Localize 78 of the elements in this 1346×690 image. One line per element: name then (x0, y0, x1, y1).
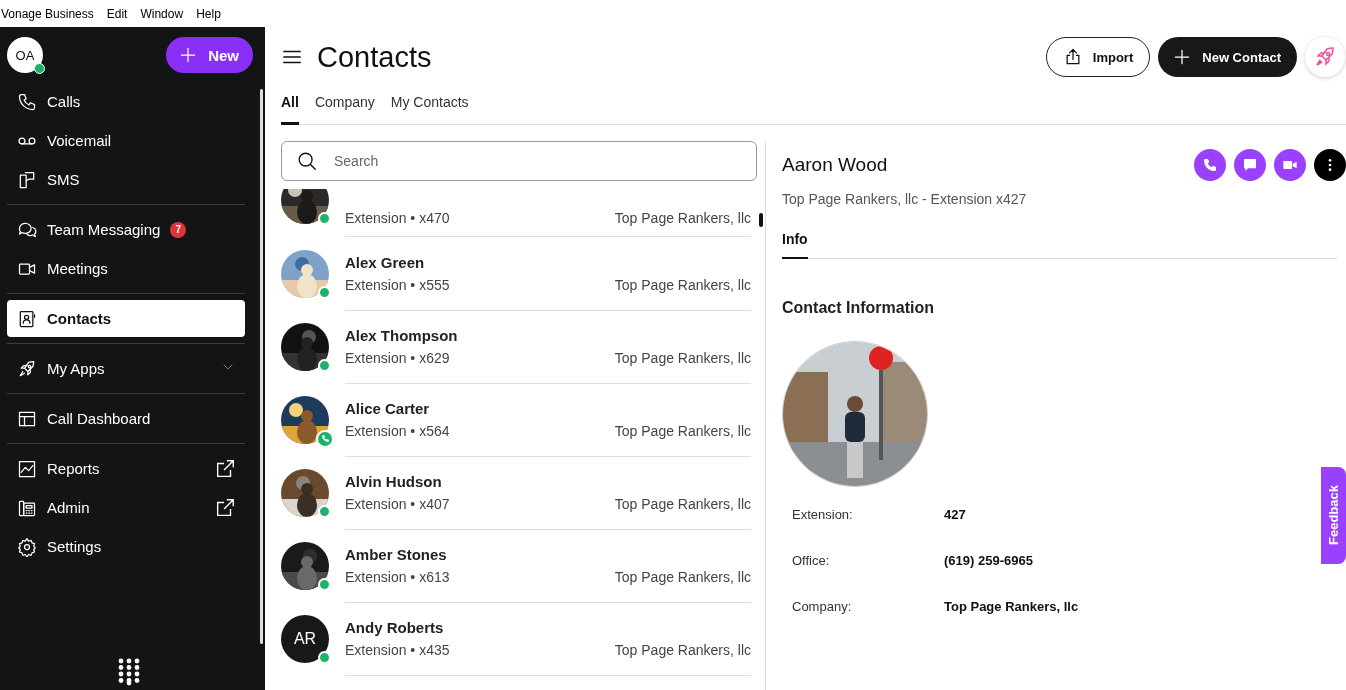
extension-text: Extension • x564 (345, 422, 450, 439)
menu-item[interactable]: Edit (106, 6, 128, 21)
rocket-icon (17, 358, 37, 379)
company-text: Top Page Rankers, llc (614, 641, 751, 658)
section-title: Contact Information (782, 299, 935, 317)
menu-item[interactable]: Vonage Business (1, 6, 94, 21)
sidebar-item[interactable]: Team Messaging 7 (7, 211, 245, 248)
new-button[interactable]: New (166, 37, 253, 73)
extension-text: Extension • x470 (345, 210, 450, 226)
company-text: Top Page Rankers, llc (614, 495, 751, 512)
contact-name: Alex Green (345, 253, 426, 271)
count-badge: 7 (170, 221, 187, 238)
sidebar-item[interactable]: Meetings (7, 250, 245, 287)
dialpad-icon[interactable] (117, 658, 140, 686)
contact-row[interactable]: Alice Carter Extension • x564 Top Page Rankers, llc (281, 383, 765, 456)
search-icon (296, 150, 318, 172)
settings-icon (17, 536, 37, 557)
field-label: Company: (792, 599, 853, 614)
extension-text: Extension • x407 (345, 495, 450, 512)
feedback-tab[interactable]: Feedback (1321, 467, 1346, 564)
sidebar-item[interactable]: SMS (7, 161, 245, 198)
phone-icon (1202, 157, 1218, 173)
sidebar-item[interactable]: Reports (7, 450, 245, 487)
rocket-icon[interactable] (1305, 37, 1345, 77)
contact-name: Alice Carter (345, 399, 431, 417)
field-label: Extension: (792, 507, 854, 522)
extension-text: Extension • x555 (345, 276, 450, 293)
sms-icon (17, 169, 37, 190)
contact-name: Alvin Hudson (345, 472, 443, 490)
company-text: Top Page Rankers, llc (614, 568, 751, 585)
contact-name: Amber Stones (345, 545, 448, 563)
field-value: (619) 259-6965 (944, 553, 1034, 568)
tab[interactable]: Info (782, 231, 808, 259)
chart-icon (17, 458, 37, 479)
contact-row[interactable]: Alex Thompson Extension • x629 Top Page Rankers, llc (281, 310, 765, 383)
sidebar-item[interactable]: Voicemail (7, 122, 245, 159)
contact-row[interactable]: AR Andy Roberts Extension • x435 Top Page Rankers, llc (281, 602, 765, 675)
contact-row[interactable]: Extension • x470 Top Page Rankers, llc (281, 189, 765, 237)
contact-avatar: AR (281, 614, 329, 663)
tab[interactable]: Company (314, 94, 375, 125)
contact-name: Alex Thompson (345, 326, 459, 344)
extension-text: Extension • x613 (345, 568, 450, 585)
menu-item[interactable]: Window (140, 6, 184, 21)
import-button[interactable]: Import (1045, 37, 1151, 77)
company-text: Top Page Rankers, llc (614, 349, 751, 366)
company-text: Top Page Rankers, llc (614, 276, 751, 293)
company-text: Top Page Rankers, llc (614, 422, 751, 439)
extension-text: Extension • x435 (345, 641, 450, 658)
sidebar-item[interactable]: My Apps (7, 350, 245, 387)
user-avatar[interactable]: OA (7, 37, 43, 73)
sidebar-item[interactable]: Contacts (7, 300, 245, 337)
sidebar-item[interactable]: Calls (7, 83, 245, 120)
search-field[interactable]: Search (281, 141, 757, 181)
video-button[interactable] (1274, 149, 1306, 181)
contact-name: Aaron Wood (782, 154, 888, 176)
company-text: Top Page Rankers, llc (614, 210, 751, 226)
field-label: Office: (792, 553, 831, 568)
contact-card-icon (17, 308, 37, 329)
phone-icon (17, 91, 37, 112)
page-title: Contacts (317, 40, 433, 74)
sidebar-item[interactable]: Settings (7, 528, 245, 565)
message-button[interactable] (1234, 149, 1266, 181)
chat-icon (1242, 157, 1258, 173)
contact-row[interactable]: Alex Green Extension • x555 Top Page Rankers, llc (281, 237, 765, 310)
new-contact-button[interactable]: New Contact (1158, 37, 1297, 77)
menu-item[interactable]: Help (196, 6, 221, 21)
contact-subtitle: Top Page Rankers, llc - Extension x427 (782, 191, 1028, 207)
extension-text: Extension • x629 (345, 349, 450, 366)
field-value: Top Page Rankers, llc (944, 599, 1080, 614)
tab[interactable]: My Contacts (390, 94, 469, 125)
tab[interactable]: All (281, 94, 299, 125)
contact-row[interactable]: Amber Stones Extension • x613 Top Page Rankers, llc (281, 529, 765, 602)
sidebar-item[interactable]: Call Dashboard (7, 400, 245, 437)
more-button[interactable] (1314, 149, 1346, 181)
call-button[interactable] (1194, 149, 1226, 181)
sidebar-item[interactable]: Admin (7, 489, 245, 526)
contact-name: Andy Roberts (345, 618, 445, 636)
contact-row[interactable]: Alvin Hudson Extension • x407 Top Page Rankers, llc (281, 456, 765, 529)
